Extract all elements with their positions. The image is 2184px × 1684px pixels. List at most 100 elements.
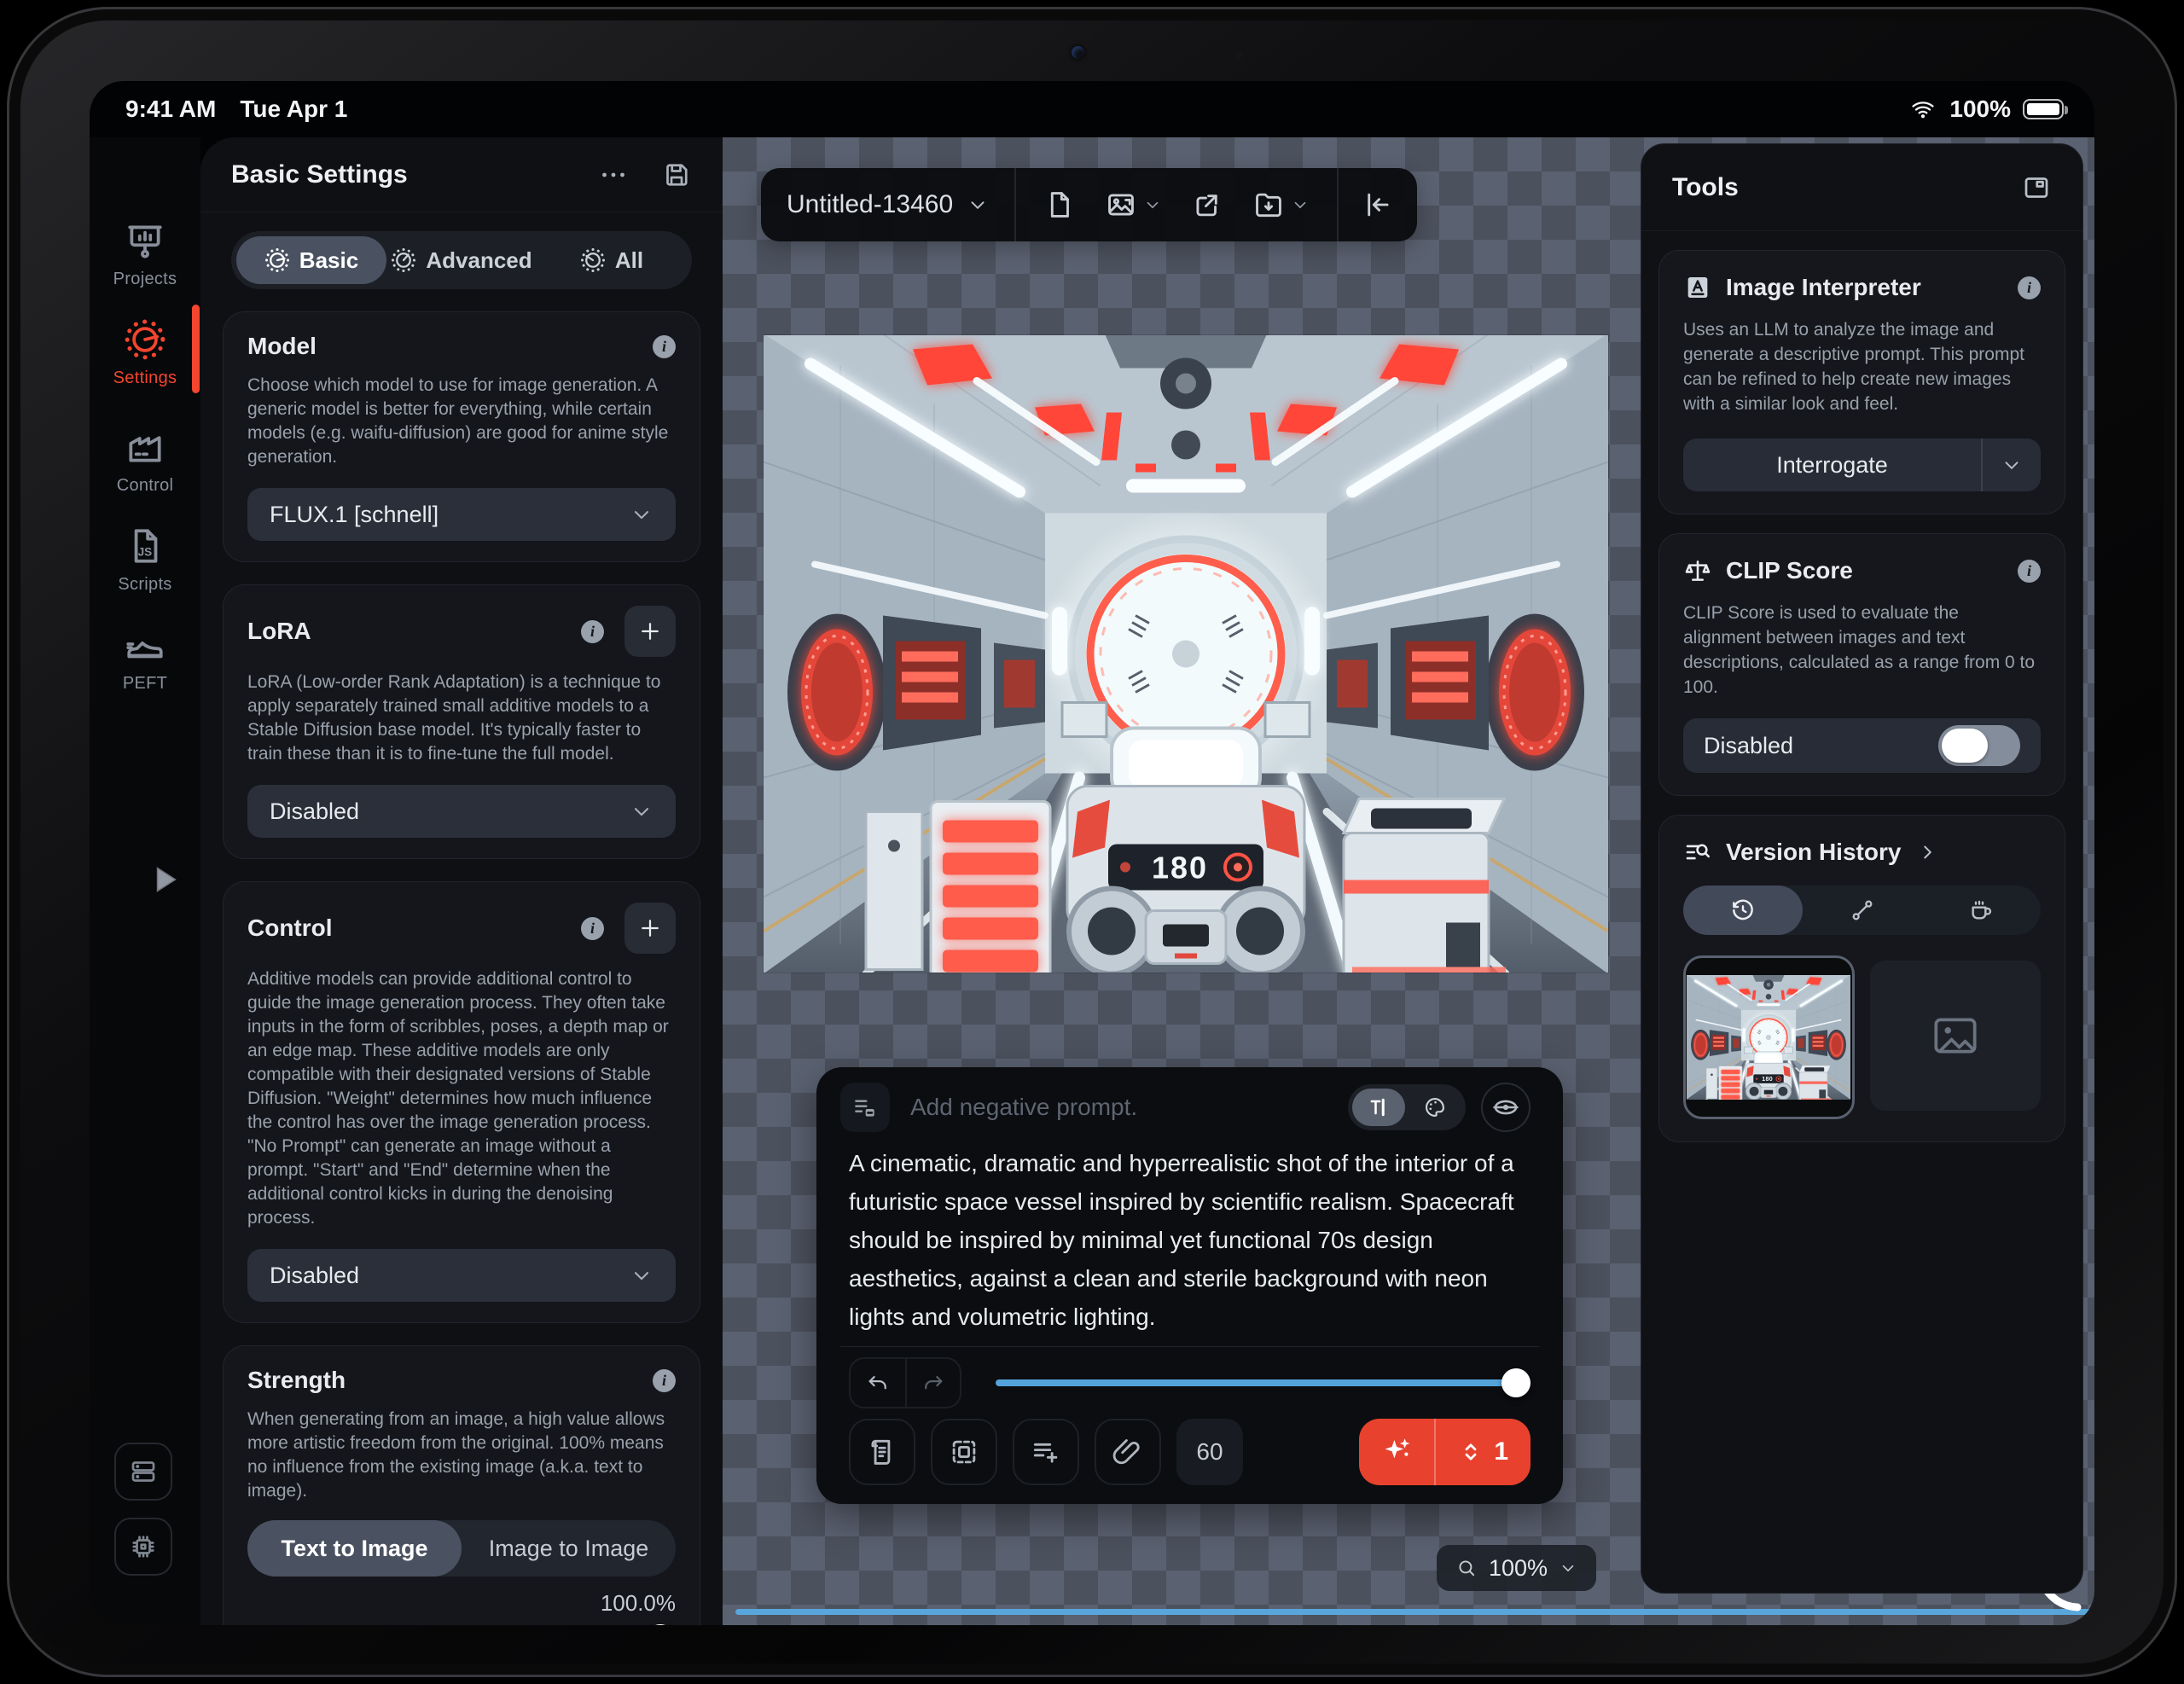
negative-prompt-icon [855,1100,874,1117]
lora-dropdown[interactable]: Disabled [247,785,676,838]
image-to-image-option[interactable]: Image to Image [462,1520,676,1577]
info-icon[interactable] [653,334,676,358]
popout-panel-button[interactable] [2021,172,2052,203]
prompt-input[interactable]: A cinematic, dramatic and hyperrealistic… [849,1144,1531,1336]
tab-label: Basic [299,247,359,273]
tab-label: Advanced [426,247,532,273]
add-control-button[interactable] [624,903,676,954]
js-file-icon: JS [134,529,158,563]
interrogate-button[interactable]: Interrogate [1683,438,2041,491]
palette-icon [1426,1098,1444,1117]
tab-basic[interactable]: Basic [236,236,386,284]
strength-slider[interactable] [247,1623,676,1625]
basic-settings-panel: Basic Settings Basic Advanced All Model … [200,137,723,1625]
redo-icon [925,1376,943,1390]
sidebar-label: PEFT [122,674,168,693]
compute-settings-button[interactable] [114,1518,172,1576]
text-cursor-icon [1370,1098,1385,1117]
sidebar-item-peft[interactable]: PEFT [90,624,200,694]
save-to-folder-button[interactable] [1252,189,1310,221]
steps-value[interactable]: 60 [1176,1419,1243,1485]
info-icon[interactable] [2018,559,2041,583]
clip-score-switch[interactable] [1938,725,2020,766]
new-document-button[interactable] [1043,189,1076,221]
chevron-down-icon [971,201,985,209]
list-search-icon [1686,844,1711,860]
import-image-button[interactable] [1105,189,1162,221]
preview-toggle-button[interactable] [1481,1083,1531,1132]
list-plus-icon [1033,1443,1058,1463]
version-thumbnail-selected[interactable] [1683,955,1855,1119]
attachment-button[interactable] [1095,1419,1161,1485]
sidebar-label: Projects [113,270,177,288]
model-manager-button[interactable] [114,1443,172,1501]
lora-value: Disabled [270,798,360,824]
control-dropdown[interactable]: Disabled [247,1249,676,1302]
share-button[interactable] [1191,189,1223,221]
settings-gauge-icon [125,319,166,360]
sidebar-item-projects[interactable]: Projects [90,219,200,289]
settings-tabbar: Basic Advanced All [231,231,692,289]
screen: 9:41 AM Tue Apr 1 100% Projects Settings… [90,81,2094,1625]
text-to-image-option[interactable]: Text to Image [247,1520,462,1577]
paperclip-icon [1112,1439,1140,1465]
image-interpreter-card: Image Interpreter Uses an LLM to analyze… [1658,250,2065,514]
branches-tab[interactable] [1803,886,1922,935]
interrogate-options-button[interactable] [1981,438,2041,491]
pointer-cursor [156,867,177,892]
model-dropdown[interactable]: FLUX.1 [schnell] [247,488,676,541]
section-description: LoRA (Low-order Rank Adaptation) is a te… [247,672,661,764]
info-icon[interactable] [2018,276,2041,299]
sparkles-icon [1385,1438,1410,1459]
history-tab[interactable] [1683,886,1803,935]
info-icon[interactable] [581,916,604,940]
undo-icon [868,1376,886,1390]
redo-button[interactable] [905,1359,960,1407]
panel-title: Basic Settings [231,160,408,189]
more-menu-icon[interactable] [598,160,629,190]
slider-knob[interactable] [1502,1368,1531,1397]
batch-count-stepper[interactable]: 1 [1436,1437,1531,1466]
version-history-header[interactable]: Version History [1683,838,2041,867]
tool-description: CLIP Score is used to evaluate the align… [1683,603,2036,697]
canvas-size-button[interactable] [931,1419,997,1485]
version-thumbnail-placeholder[interactable] [1869,961,2041,1111]
batch-count: 1 [1494,1437,1508,1466]
text-mode-button[interactable] [1352,1089,1405,1126]
info-icon[interactable] [653,1368,676,1392]
sidebar-item-control[interactable]: Control [90,426,200,496]
model-value: FLUX.1 [schnell] [270,501,439,527]
tab-advanced[interactable]: Advanced [386,236,537,284]
folder-download-icon [1256,193,1282,218]
zoom-control[interactable]: 100% [1437,1545,1597,1591]
negative-prompt-button[interactable] [840,1083,890,1132]
prompt-enhance-button[interactable] [1013,1419,1079,1485]
slider-knob[interactable] [645,1624,676,1625]
sidebar-label: Settings [113,369,177,387]
generate-trigger[interactable] [1359,1419,1434,1485]
save-preset-icon[interactable] [661,160,692,190]
undo-button[interactable] [851,1359,905,1407]
chip-icon [132,1536,154,1558]
sidebar-item-settings[interactable]: Settings [90,318,200,388]
info-icon[interactable] [581,619,604,643]
strength-mode-segment: Text to Image Image to Image [247,1520,676,1577]
tab-all[interactable]: All [537,236,687,284]
section-description: Additive models can provide additional c… [247,969,669,1228]
node-link-icon [1852,900,1872,920]
negative-prompt-input[interactable]: Add negative prompt. [910,1094,1137,1121]
collapse-panel-button[interactable] [1339,189,1417,221]
section-title: Control [247,915,333,941]
paint-mode-button[interactable] [1409,1089,1461,1126]
breaks-tab[interactable] [1921,886,2041,935]
document-title-dropdown[interactable]: Untitled-13460 [761,190,1014,219]
add-lora-button[interactable] [624,606,676,657]
generated-image[interactable] [764,335,1608,973]
generate-button[interactable]: 1 [1359,1419,1531,1485]
sidebar-item-scripts[interactable]: JS Scripts [90,525,200,595]
guidance-slider[interactable] [996,1367,1531,1399]
history-scroll-button[interactable] [849,1419,915,1485]
horizontal-scrollbar[interactable] [735,1609,2091,1615]
section-description: Choose which model to use for image gene… [247,375,669,467]
projects-icon [128,225,162,258]
